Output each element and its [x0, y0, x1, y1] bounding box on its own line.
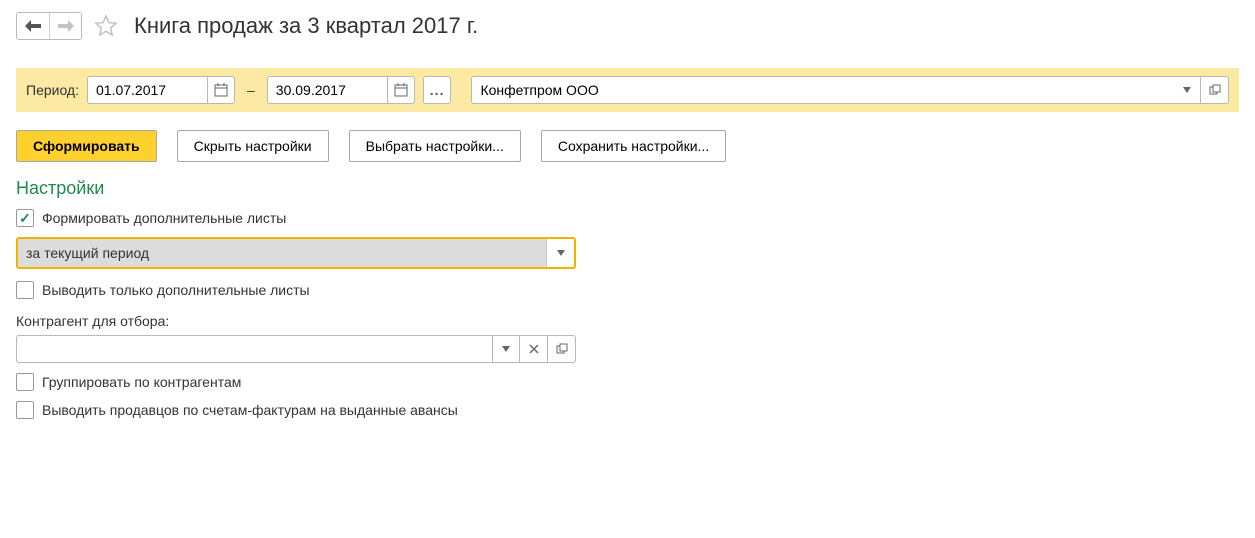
forward-button[interactable]	[49, 13, 81, 39]
calendar-icon	[394, 83, 408, 97]
counterparty-label: Контрагент для отбора:	[16, 313, 1239, 329]
period-from-input[interactable]	[87, 76, 207, 104]
hide-settings-button[interactable]: Скрыть настройки	[177, 130, 329, 162]
period-label: Период:	[26, 82, 79, 98]
show-advance-sellers-row: Выводить продавцов по счетам-фактурам на…	[16, 401, 1239, 419]
choose-settings-button[interactable]: Выбрать настройки...	[349, 130, 521, 162]
form-additional-sheets-label: Формировать дополнительные листы	[42, 210, 286, 226]
group-by-counterparty-label: Группировать по контрагентам	[42, 374, 241, 390]
group-by-counterparty-checkbox[interactable]	[16, 373, 34, 391]
arrow-right-icon	[58, 20, 74, 32]
form-additional-sheets-row: Формировать дополнительные листы	[16, 209, 1239, 227]
period-dash: –	[243, 82, 259, 98]
star-icon	[94, 14, 118, 38]
form-additional-sheets-checkbox[interactable]	[16, 209, 34, 227]
only-additional-sheets-label: Выводить только дополнительные листы	[42, 282, 310, 298]
toolbar: Сформировать Скрыть настройки Выбрать на…	[16, 130, 1239, 162]
arrow-left-icon	[25, 20, 41, 32]
period-from-field	[87, 76, 235, 104]
period-mode-dropdown: за текущий период	[16, 237, 576, 269]
save-settings-button[interactable]: Сохранить настройки...	[541, 130, 726, 162]
counterparty-clear-button[interactable]	[520, 335, 548, 363]
nav-group	[16, 12, 82, 40]
organization-input[interactable]	[471, 76, 1173, 104]
organization-field	[471, 76, 1229, 104]
only-additional-sheets-checkbox[interactable]	[16, 281, 34, 299]
favorite-toggle[interactable]	[92, 12, 120, 40]
group-by-counterparty-row: Группировать по контрагентам	[16, 373, 1239, 391]
show-advance-sellers-checkbox[interactable]	[16, 401, 34, 419]
period-mode-caret[interactable]	[546, 239, 574, 267]
period-to-field	[267, 76, 415, 104]
show-advance-sellers-label: Выводить продавцов по счетам-фактурам на…	[42, 402, 458, 418]
close-icon	[529, 344, 539, 354]
counterparty-dropdown-button[interactable]	[492, 335, 520, 363]
period-mode-value[interactable]: за текущий период	[18, 239, 546, 267]
generate-button[interactable]: Сформировать	[16, 130, 157, 162]
organization-open-button[interactable]	[1201, 76, 1229, 104]
chevron-down-icon	[1183, 87, 1191, 93]
counterparty-input[interactable]	[16, 335, 492, 363]
counterparty-open-button[interactable]	[548, 335, 576, 363]
page-title: Книга продаж за 3 квартал 2017 г.	[134, 13, 478, 39]
calendar-icon	[214, 83, 228, 97]
only-additional-sheets-row: Выводить только дополнительные листы	[16, 281, 1239, 299]
settings-heading: Настройки	[16, 178, 1239, 199]
period-bar: Период: – ...	[16, 68, 1239, 112]
chevron-down-icon	[502, 346, 510, 352]
period-select-button[interactable]: ...	[423, 76, 452, 104]
chevron-down-icon	[557, 250, 565, 256]
period-to-calendar-button[interactable]	[387, 76, 415, 104]
popout-icon	[1209, 84, 1221, 96]
counterparty-field	[16, 335, 576, 363]
organization-dropdown-button[interactable]	[1173, 76, 1201, 104]
back-button[interactable]	[17, 13, 49, 39]
period-from-calendar-button[interactable]	[207, 76, 235, 104]
popout-icon	[556, 343, 568, 355]
period-to-input[interactable]	[267, 76, 387, 104]
